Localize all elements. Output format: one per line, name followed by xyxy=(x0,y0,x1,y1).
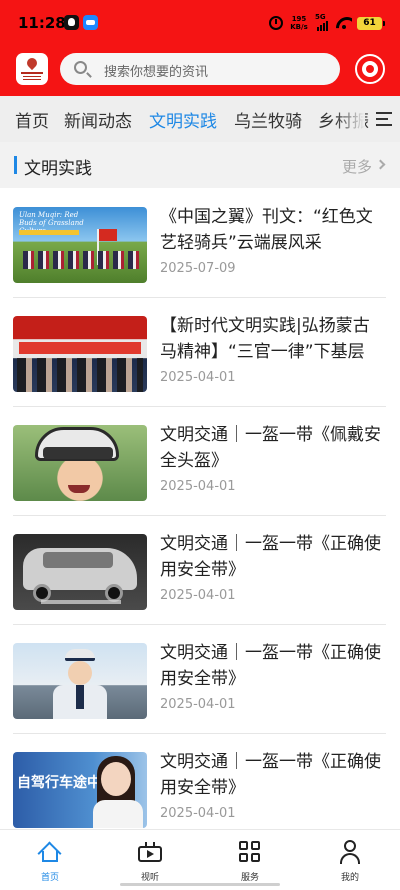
grid-icon xyxy=(239,841,261,863)
tab-ulan-muqir[interactable]: 乌兰牧骑 xyxy=(234,107,302,132)
network-speed-unit: KB/s xyxy=(290,23,308,31)
article-title: 《中国之翼》刊文：“红色文艺轻骑兵”云端展风采 xyxy=(160,207,373,253)
article-title: 文明交通｜一盔一带《正确使用安全带》 xyxy=(160,752,381,798)
user-icon xyxy=(340,840,360,864)
list-item[interactable]: 文明交通｜一盔一带《佩戴安全头盔》 2025-04-01 xyxy=(0,407,400,516)
article-thumbnail xyxy=(13,316,147,392)
article-date: 2025-04-01 xyxy=(160,370,236,385)
list-item[interactable]: 【新时代文明实践|弘扬蒙古马精神】“三官一律”下基层 2025-04-01 xyxy=(0,298,400,407)
alarm-icon xyxy=(269,16,283,30)
list-item[interactable]: 自驾行车途中 文明交通｜一盔一带《正确使用安全带》 2025-04-01 xyxy=(0,734,400,843)
article-thumbnail xyxy=(13,425,147,501)
search-icon xyxy=(74,61,87,74)
nav-label: 服务 xyxy=(240,873,259,883)
nav-label: 首页 xyxy=(40,873,59,883)
list-item[interactable]: 文明交通｜一盔一带《正确使用安全带》 2025-04-01 xyxy=(0,625,400,734)
section-header: 文明实践 更多 xyxy=(0,142,400,188)
app-header: 11:28 195 KB/s 5G 61 搜索你想要的资讯 xyxy=(0,0,400,96)
status-indicators: 195 KB/s 5G 61 xyxy=(269,13,385,33)
status-bar: 11:28 195 KB/s 5G 61 xyxy=(0,0,400,48)
status-time: 11:28 xyxy=(18,14,66,32)
article-date: 2025-04-01 xyxy=(160,697,236,712)
thumbnail-caption: 自驾行车途中 xyxy=(17,775,101,791)
article-date: 2025-04-01 xyxy=(160,806,236,821)
wifi-icon xyxy=(336,17,352,29)
tabs-menu-icon[interactable] xyxy=(376,112,392,126)
article-thumbnail: 自驾行车途中 xyxy=(13,752,147,828)
qq-notification-icon xyxy=(64,15,79,30)
article-title: 文明交通｜一盔一带《正确使用安全带》 xyxy=(160,643,381,689)
article-thumbnail xyxy=(13,643,147,719)
article-date: 2025-07-09 xyxy=(160,261,236,276)
nav-home[interactable]: 首页 xyxy=(0,830,100,890)
article-thumbnail xyxy=(13,534,147,610)
signal-label: 5G xyxy=(315,13,326,21)
article-thumbnail: Ulan Muqir: Red Buds of Grassland Cultur… xyxy=(13,207,147,283)
app-logo[interactable] xyxy=(16,53,48,85)
app-notification-icon xyxy=(83,15,98,30)
bottom-nav: 首页 视听 服务 我的 xyxy=(0,829,400,889)
cellular-signal-icon: 5G xyxy=(315,13,331,31)
video-icon xyxy=(138,842,162,862)
nav-label: 我的 xyxy=(340,873,359,883)
list-item[interactable]: 文明交通｜一盔一带《正确使用安全带》 2025-04-01 xyxy=(0,516,400,625)
nav-profile[interactable]: 我的 xyxy=(300,830,400,890)
channel-tabs: 首页 新闻动态 文明实践 乌兰牧骑 乡村振 xyxy=(0,96,400,142)
section-title: 文明实践 xyxy=(24,159,92,179)
article-date: 2025-04-01 xyxy=(160,479,236,494)
camera-icon xyxy=(362,61,378,77)
list-item[interactable]: Ulan Muqir: Red Buds of Grassland Cultur… xyxy=(0,189,400,298)
article-title: 文明交通｜一盔一带《佩戴安全头盔》 xyxy=(160,425,381,471)
network-speed: 195 KB/s xyxy=(288,15,310,31)
article-date: 2025-04-01 xyxy=(160,588,236,603)
chevron-right-icon[interactable] xyxy=(375,159,386,170)
home-indicator[interactable] xyxy=(120,883,280,886)
network-speed-value: 195 xyxy=(291,15,307,23)
nav-label: 视听 xyxy=(140,873,159,883)
search-bar[interactable]: 搜索你想要的资讯 xyxy=(60,53,340,85)
tab-civilization-practice[interactable]: 文明实践 xyxy=(149,107,217,132)
article-title: 文明交通｜一盔一带《正确使用安全带》 xyxy=(160,534,381,580)
battery-icon: 61 xyxy=(357,16,385,30)
nav-video[interactable]: 视听 xyxy=(100,830,200,890)
article-title: 【新时代文明实践|弘扬蒙古马精神】“三官一律”下基层 xyxy=(160,316,370,362)
home-icon xyxy=(37,841,62,866)
camera-button[interactable] xyxy=(355,54,385,84)
more-link[interactable]: 更多 xyxy=(342,156,372,177)
search-placeholder: 搜索你想要的资讯 xyxy=(104,65,209,80)
nav-services[interactable]: 服务 xyxy=(200,830,300,890)
tab-home[interactable]: 首页 xyxy=(15,107,49,132)
tab-news[interactable]: 新闻动态 xyxy=(64,107,132,132)
